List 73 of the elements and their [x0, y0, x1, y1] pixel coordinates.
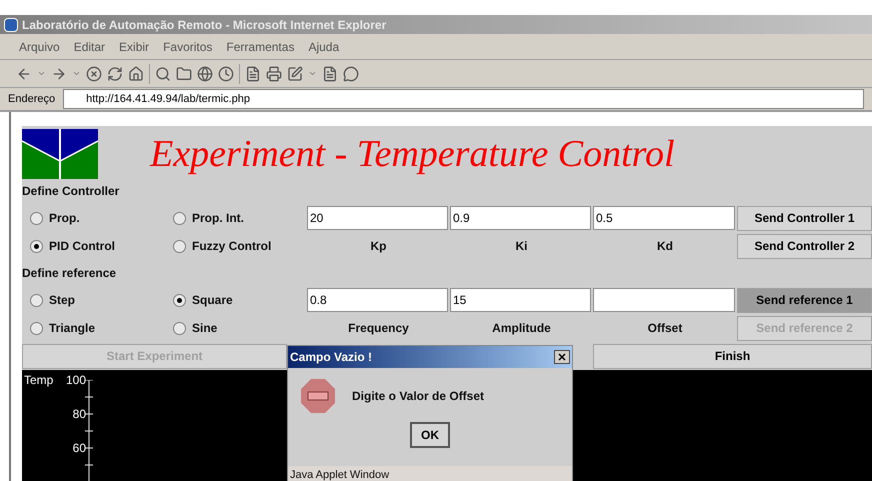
forward-icon[interactable]: [51, 66, 67, 82]
radio-button[interactable]: [173, 240, 186, 252]
edit-icon[interactable]: [287, 66, 303, 82]
stop-icon[interactable]: [86, 66, 102, 82]
dialog-title: Campo Vazio !: [290, 349, 372, 366]
dialog-footer: Java Applet Window: [290, 466, 390, 481]
field-label: Kp: [370, 238, 386, 255]
radio-button[interactable]: [30, 212, 43, 224]
globe-icon[interactable]: [197, 66, 213, 82]
menu-item[interactable]: Ferramentas: [226, 38, 294, 56]
address-field[interactable]: http://164.41.49.94/lab/termic.php: [63, 89, 864, 109]
tick-label: 100: [66, 374, 86, 386]
speech-bubble-icon[interactable]: [343, 66, 359, 82]
radio-button[interactable]: [173, 322, 186, 334]
window-title: Laboratório de Automação Remoto - Microsoft Internet Explorer: [22, 16, 386, 34]
input-field[interactable]: 20: [307, 206, 448, 230]
document-icon[interactable]: [245, 66, 261, 82]
menu-item[interactable]: Exibir: [119, 38, 150, 56]
tick-label: 80: [72, 408, 86, 420]
send-button[interactable]: Send Controller 1: [737, 206, 872, 230]
radio-button[interactable]: [30, 294, 43, 306]
radio-button[interactable]: [30, 322, 43, 334]
axis-label: Temp: [24, 372, 54, 389]
radio-label: Step: [49, 292, 76, 309]
field-label: Ki: [516, 238, 528, 255]
radio-label: Prop. Int.: [192, 210, 244, 227]
section-label: Define reference: [22, 265, 116, 282]
caret-icon[interactable]: [72, 69, 81, 78]
field-label: Frequency: [348, 320, 409, 337]
document-icon[interactable]: [322, 66, 338, 82]
menu-item[interactable]: Favoritos: [163, 38, 212, 56]
logo-icon: [22, 129, 98, 179]
input-field[interactable]: 0.5: [593, 206, 735, 230]
address-label: Endereço: [8, 92, 56, 107]
field-label: Amplitude: [492, 320, 551, 337]
finish-button[interactable]: Finish: [593, 344, 872, 368]
radio-label: Triangle: [49, 320, 96, 337]
folder-icon[interactable]: [176, 66, 192, 82]
radio-label: Sine: [192, 320, 218, 337]
send-button[interactable]: Send Controller 2: [737, 234, 872, 258]
menu-item[interactable]: Editar: [74, 38, 106, 56]
close-button[interactable]: [554, 350, 570, 364]
field-label: Kd: [657, 238, 673, 255]
radio-label: PID Control: [49, 238, 115, 255]
input-field[interactable]: [593, 288, 735, 312]
dialog-message: Digite o Valor de Offset: [352, 388, 484, 405]
caret-icon[interactable]: [308, 69, 317, 78]
input-field[interactable]: 15: [450, 288, 591, 312]
radio-button[interactable]: [173, 212, 186, 224]
input-field[interactable]: 0.9: [450, 206, 591, 230]
caret-icon[interactable]: [37, 69, 46, 78]
section-label: Define Controller: [22, 183, 120, 200]
radio-label: Prop.: [49, 210, 80, 227]
search-icon[interactable]: [155, 66, 171, 82]
refresh-icon[interactable]: [107, 66, 123, 82]
close-icon: [558, 353, 566, 361]
menu-item[interactable]: Ajuda: [308, 38, 340, 56]
radio-label: Fuzzy Control: [192, 238, 272, 255]
field-label: Offset: [648, 320, 682, 337]
printer-icon[interactable]: [266, 66, 282, 82]
home-icon[interactable]: [128, 66, 144, 82]
send-button[interactable]: Send reference 1: [737, 288, 872, 312]
input-field[interactable]: 0.8: [307, 288, 448, 312]
page-heading: Experiment - Temperature Control: [150, 135, 675, 173]
menu-item[interactable]: Arquivo: [19, 38, 60, 56]
clock-icon[interactable]: [218, 66, 234, 82]
back-icon[interactable]: [16, 66, 32, 82]
tick-label: 60: [72, 442, 86, 454]
radio-button[interactable]: [173, 294, 186, 306]
ok-button[interactable]: OK: [410, 422, 450, 448]
radio-label: Square: [192, 292, 233, 309]
stop-sign-icon: [300, 378, 336, 414]
radio-button[interactable]: [30, 240, 43, 252]
